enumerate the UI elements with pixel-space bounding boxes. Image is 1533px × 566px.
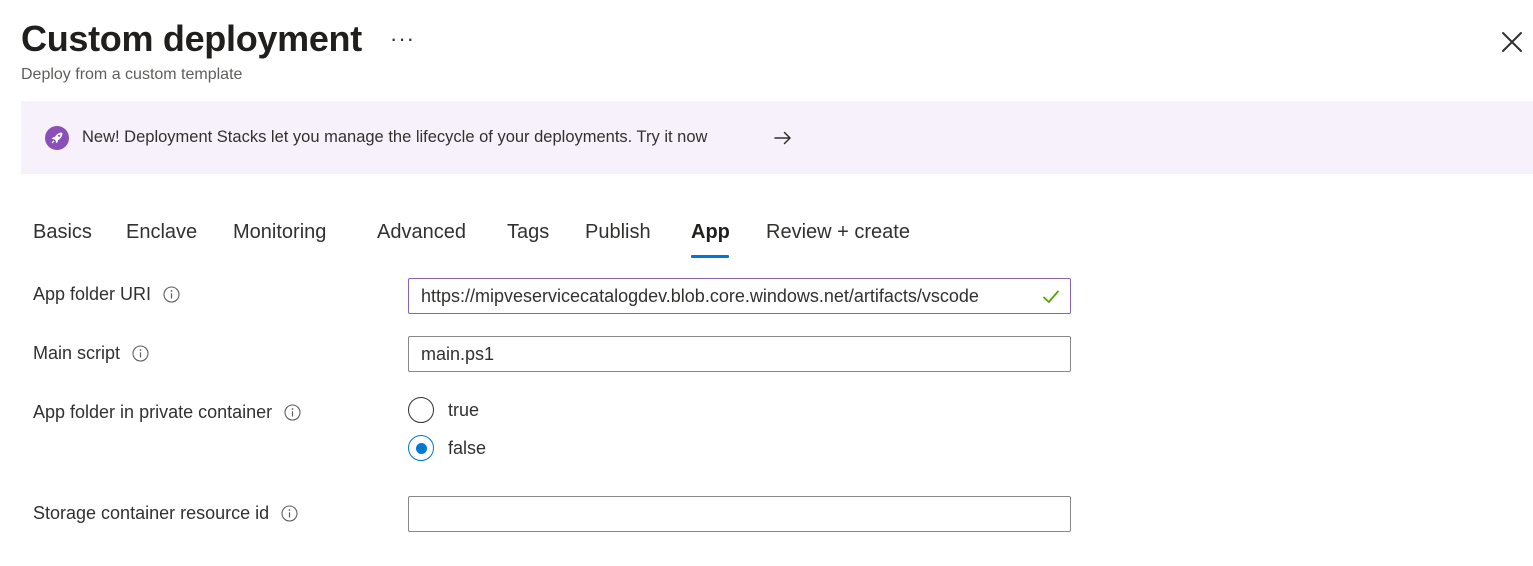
storage-container-label: Storage container resource id	[33, 503, 298, 524]
info-icon[interactable]	[163, 286, 180, 303]
rocket-icon	[45, 126, 69, 150]
main-script-label-text: Main script	[33, 343, 121, 363]
tab-enclave[interactable]: Enclave	[126, 221, 197, 244]
tab-review-create[interactable]: Review + create	[766, 221, 910, 244]
main-script-input[interactable]: main.ps1	[408, 336, 1071, 372]
radio-true-label: true	[448, 399, 480, 420]
private-container-label: App folder in private container	[33, 402, 301, 423]
active-tab-indicator	[691, 255, 729, 258]
banner-text: New! Deployment Stacks let you manage th…	[82, 128, 708, 146]
tab-advanced[interactable]: Advanced	[377, 221, 466, 244]
tab-bar: Basics Enclave Monitoring Advanced Tags …	[0, 215, 1533, 265]
storage-container-label-text: Storage container resource id	[33, 503, 270, 523]
app-folder-uri-label-text: App folder URI	[33, 284, 152, 304]
app-folder-uri-input[interactable]: https://mipveservicecatalogdev.blob.core…	[408, 278, 1071, 314]
radio-option-true[interactable]: true	[408, 397, 479, 423]
radio-true[interactable]	[408, 397, 434, 423]
main-script-label: Main script	[33, 343, 149, 364]
deployment-stacks-banner: New! Deployment Stacks let you manage th…	[21, 101, 1533, 174]
page-title: Custom deployment	[21, 18, 362, 59]
tab-app[interactable]: App	[691, 221, 730, 244]
app-folder-uri-value: https://mipveservicecatalogdev.blob.core…	[421, 286, 979, 306]
storage-container-input[interactable]	[408, 496, 1071, 532]
tab-tags[interactable]: Tags	[507, 221, 549, 244]
info-icon[interactable]	[132, 345, 149, 362]
radio-false-label: false	[448, 437, 487, 458]
arrow-right-icon[interactable]	[773, 128, 793, 148]
info-icon[interactable]	[284, 404, 301, 421]
main-script-value: main.ps1	[421, 344, 495, 364]
tab-publish[interactable]: Publish	[585, 221, 651, 244]
radio-option-false[interactable]: false	[408, 435, 486, 461]
private-container-label-text: App folder in private container	[33, 402, 273, 422]
check-icon	[1043, 290, 1059, 303]
more-options-button[interactable]: ···	[390, 26, 415, 52]
radio-false[interactable]	[408, 435, 434, 461]
page-subtitle: Deploy from a custom template	[21, 66, 243, 83]
app-folder-uri-label: App folder URI	[33, 284, 180, 305]
tab-monitoring[interactable]: Monitoring	[233, 221, 326, 244]
close-icon[interactable]	[1498, 28, 1526, 56]
tab-basics[interactable]: Basics	[33, 221, 92, 244]
info-icon[interactable]	[281, 505, 298, 522]
